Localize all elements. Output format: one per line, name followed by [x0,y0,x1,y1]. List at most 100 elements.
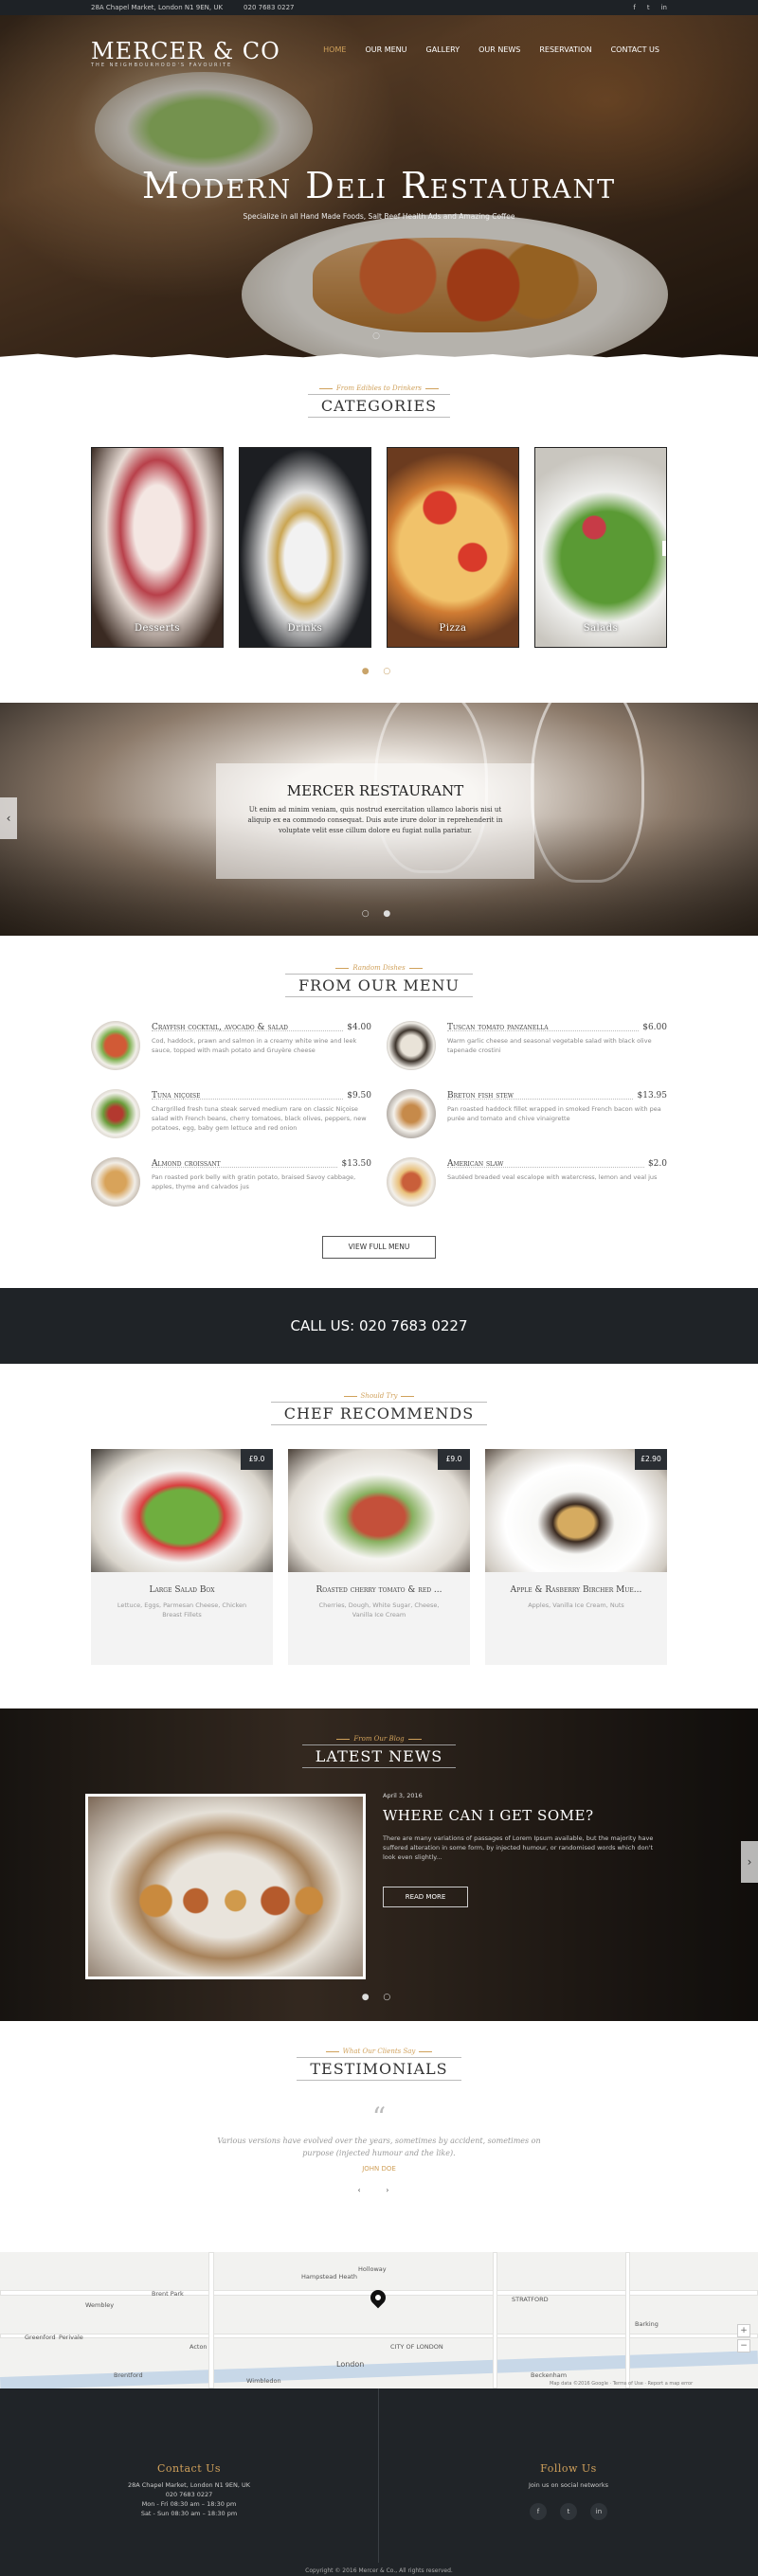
location-map[interactable]: Wembley Brent Park Hampstead Heath Hollo… [0,2252,758,2388]
nav-item-gallery[interactable]: GALLERY [426,45,460,54]
dish-description: Warm garlic cheese and seasonal vegetabl… [447,1037,652,1054]
follow-text: Join us on social networks [528,2481,608,2489]
instagram-icon[interactable]: in [661,4,667,11]
nav-item-our-menu[interactable]: OUR MENU [365,45,406,54]
menu-item[interactable]: Tuna niçoise $9.50 Chargrilled fresh tun… [91,1089,371,1146]
chef-card[interactable]: £9.0 Large Salad Box Lettuce, Eggs, Parm… [91,1449,273,1665]
dish-thumbnail [387,1021,436,1070]
follow-title: Follow Us [540,2462,597,2475]
dish-price: $13.95 [633,1091,667,1100]
map-label: Greenford [25,2334,56,2341]
chevron-right-icon[interactable]: › [662,541,666,556]
dish-price: $4.00 [343,1023,371,1032]
dish-name: Tuscan tomato panzanella [447,1023,549,1032]
dish-price: $6.00 [639,1023,667,1032]
map-label: Wimbledon [246,2377,281,2385]
chevron-right-icon[interactable]: › [741,1841,758,1883]
about-dots[interactable]: ○ ● [0,909,758,919]
category-desserts[interactable]: Desserts [91,447,224,648]
map-label: Barking [635,2320,659,2328]
nav-item-our-news[interactable]: OUR NEWS [478,45,520,54]
footer-contact: Contact Us 28A Chapel Market, London N1 … [0,2388,379,2563]
map-label: Wembley [85,2301,115,2309]
about-band: MERCER RESTAURANT Ut enim ad minim venia… [0,703,758,936]
categories-dots[interactable]: ● ○ [0,667,758,676]
view-full-menu-button[interactable]: VIEW FULL MENU [322,1236,436,1259]
dish-thumbnail [91,1157,140,1207]
chef-card[interactable]: £2.90 Apple & Rasberry Bircher Mue... Ap… [485,1449,667,1665]
menu-item[interactable]: Tuscan tomato panzanella $6.00 Warm garl… [387,1021,667,1078]
chef-kicker: Should Try [0,1392,758,1400]
twitter-icon[interactable]: t [560,2503,577,2520]
map-label: Holloway [358,2265,387,2273]
about-card: MERCER RESTAURANT Ut enim ad minim venia… [216,763,534,879]
map-road [493,2252,497,2388]
dish-name: Roasted cherry tomato & red ... [316,1585,442,1595]
facebook-icon[interactable]: f [633,4,635,11]
map-label: London [336,2360,365,2369]
dish-price: $13.50 [337,1159,371,1169]
price-badge: £9.0 [438,1449,470,1470]
map-label: STRATFORD [512,2296,549,2303]
map-label: Perivale [59,2334,83,2341]
map-attribution[interactable]: Map data ©2016 Google · Terms of Use · R… [550,2381,693,2387]
hours-weekday: Mon - Fri 08:30 am – 18:30 pm [141,2500,237,2508]
menu-item[interactable]: American slaw $2.0 Sautéed breaded veal … [387,1157,667,1214]
categories-title: CATEGORIES [307,394,451,418]
dish-thumbnail [387,1089,436,1138]
nav-item-contact-us[interactable]: CONTACT US [611,45,659,54]
testimonials-kicker: What Our Clients Say [0,2048,758,2055]
category-drinks[interactable]: Drinks [239,447,371,648]
category-salads[interactable]: Salads › [534,447,667,648]
dish-thumbnail [387,1157,436,1207]
main-nav: HOME OUR MENU GALLERY OUR NEWS RESERVATI… [323,45,659,54]
category-pizza[interactable]: Pizza [387,447,519,648]
instagram-icon[interactable]: in [590,2503,607,2520]
call-us-bar[interactable]: CALL US: 020 7683 0227 [0,1288,758,1364]
news-dots[interactable]: ● ○ [0,1993,758,2002]
news-headline[interactable]: WHERE CAN I GET SOME? [383,1807,594,1824]
news-image[interactable] [85,1794,366,1979]
dish-description: Pan roasted haddock fillet wrapped in sm… [447,1105,661,1122]
news-excerpt: There are many variations of passages of… [383,1834,654,1861]
dish-name: Crayfish cocktail, avocado & salad [152,1023,288,1032]
site-logo[interactable]: MERCER & CO THE NEIGHBOURHOOD'S FAVOURIT… [91,38,280,68]
read-more-button[interactable]: READ MORE [383,1887,468,1907]
dish-name: American slaw [447,1159,504,1169]
facebook-icon[interactable]: f [530,2503,547,2520]
contact-address: 28A Chapel Market, London N1 9EN, UK [127,2481,251,2489]
map-label: Hampstead Heath [301,2273,357,2281]
categories-carousel: Desserts Drinks Pizza Salads › [91,447,667,648]
price-badge: £9.0 [241,1449,273,1470]
chef-card[interactable]: £9.0 Roasted cherry tomato & red ... Che… [288,1449,470,1665]
category-label: Salads [583,623,619,634]
twitter-icon[interactable]: t [647,4,650,11]
copyright: Copyright © 2016 Mercer & Co., All right… [305,2567,453,2574]
menu-item[interactable]: Almond croissant $13.50 Pan roasted pork… [91,1157,371,1214]
news-kicker: From Our Blog [0,1735,758,1743]
zoom-in-button[interactable]: + [737,2324,750,2337]
testimonial: “ Various versions have evolved over the… [0,2102,758,2195]
about-title: MERCER RESTAURANT [286,782,464,799]
quote-icon: “ [371,2102,387,2133]
map-label: Brentford [114,2371,143,2379]
dish-ingredients: Lettuce, Eggs, Parmesan Cheese, Chicken … [117,1601,247,1619]
category-label: Desserts [134,623,181,634]
category-label: Drinks [287,623,323,634]
price-badge: £2.90 [635,1449,667,1470]
nav-item-reservation[interactable]: RESERVATION [539,45,591,54]
dish-name: Large Salad Box [149,1585,215,1595]
menu-item[interactable]: Breton fish stew $13.95 Pan roasted hadd… [387,1089,667,1146]
contact-phone[interactable]: 020 7683 0227 [0,2490,378,2499]
map-label: Beckenham [531,2371,568,2379]
nav-item-home[interactable]: HOME [323,45,346,54]
dish-thumbnail [91,1021,140,1070]
hero-slider-dots[interactable]: ○ [0,331,758,341]
contact-lines: 28A Chapel Market, London N1 9EN, UK 020… [0,2480,378,2518]
dish-price: $2.0 [643,1159,667,1169]
zoom-out-button[interactable]: − [737,2339,750,2352]
testimonial-arrows[interactable]: ‹ › [0,2186,758,2194]
chevron-left-icon[interactable]: ‹ [0,797,17,839]
dish-image: £9.0 [288,1449,470,1572]
menu-item[interactable]: Crayfish cocktail, avocado & salad $4.00… [91,1021,371,1078]
